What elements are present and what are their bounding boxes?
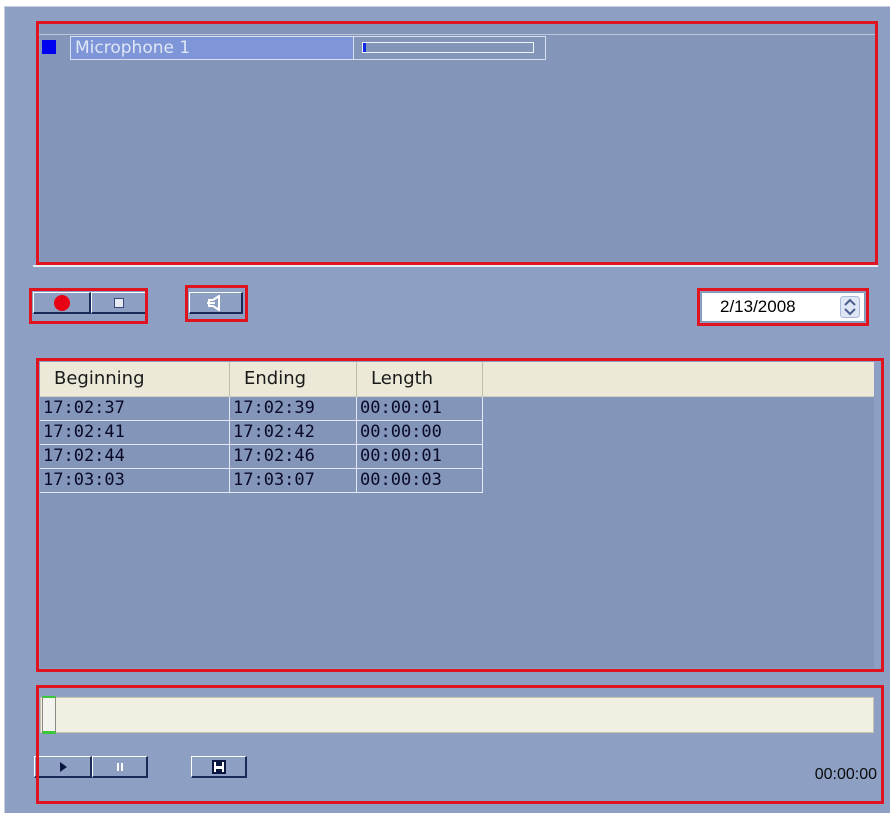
microphone-row[interactable]: Microphone 1 xyxy=(70,36,546,60)
cell-ending: 17:02:39 xyxy=(230,397,357,421)
record-icon xyxy=(53,294,70,311)
stop-icon xyxy=(113,297,124,308)
play-icon xyxy=(59,761,67,772)
stop-record-button[interactable] xyxy=(91,292,147,314)
record-button[interactable] xyxy=(33,292,91,314)
cell-beginning: 17:02:44 xyxy=(40,445,230,469)
date-spinner[interactable] xyxy=(840,296,860,318)
cell-beginning: 17:02:37 xyxy=(40,397,230,421)
table-row[interactable]: 17:03:03 17:03:07 00:00:03 xyxy=(40,469,483,493)
microphone-name[interactable]: Microphone 1 xyxy=(70,36,354,60)
column-header-length[interactable]: Length xyxy=(357,362,483,396)
audio-controls xyxy=(189,292,243,314)
pause-button[interactable] xyxy=(92,756,148,778)
save-icon xyxy=(211,759,226,774)
cell-length: 00:00:00 xyxy=(357,421,483,445)
microphone-level-cell xyxy=(354,36,546,60)
cell-length: 00:00:03 xyxy=(357,469,483,493)
list-divider xyxy=(38,34,878,35)
table-header: Beginning Ending Length xyxy=(40,362,874,397)
timeline-slider-thumb[interactable] xyxy=(42,696,56,734)
cell-length: 00:00:01 xyxy=(357,445,483,469)
cell-ending: 17:02:46 xyxy=(230,445,357,469)
cell-ending: 17:03:07 xyxy=(230,469,357,493)
table-row[interactable]: 17:02:41 17:02:42 00:00:00 xyxy=(40,421,483,445)
cell-length: 00:00:01 xyxy=(357,397,483,421)
microphone-level-fill xyxy=(363,43,367,52)
playback-time: 00:00:00 xyxy=(814,766,877,783)
table-row[interactable]: 17:02:37 17:02:39 00:00:01 xyxy=(40,397,483,421)
export-controls xyxy=(191,756,247,778)
pause-icon xyxy=(116,762,123,771)
date-picker[interactable]: 2/13/2008 xyxy=(701,292,865,322)
speaker-icon xyxy=(206,294,220,311)
microphone-level-meter xyxy=(362,42,534,53)
cell-beginning: 17:03:03 xyxy=(40,469,230,493)
column-header-beginning[interactable]: Beginning xyxy=(40,362,230,396)
audio-monitor-button[interactable] xyxy=(189,292,243,314)
microphone-status-indicator xyxy=(42,40,56,54)
table-body: 17:02:37 17:02:39 00:00:01 17:02:41 17:0… xyxy=(40,397,483,493)
save-button[interactable] xyxy=(191,756,247,778)
cell-beginning: 17:02:41 xyxy=(40,421,230,445)
date-value[interactable]: 2/13/2008 xyxy=(720,297,796,317)
play-button[interactable] xyxy=(34,756,92,778)
playback-timeline[interactable] xyxy=(40,697,874,733)
table-row[interactable]: 17:02:44 17:02:46 00:00:01 xyxy=(40,445,483,469)
record-controls xyxy=(33,292,147,314)
playback-controls xyxy=(34,756,148,778)
separator xyxy=(33,265,878,267)
cell-ending: 17:02:42 xyxy=(230,421,357,445)
column-header-ending[interactable]: Ending xyxy=(230,362,357,396)
